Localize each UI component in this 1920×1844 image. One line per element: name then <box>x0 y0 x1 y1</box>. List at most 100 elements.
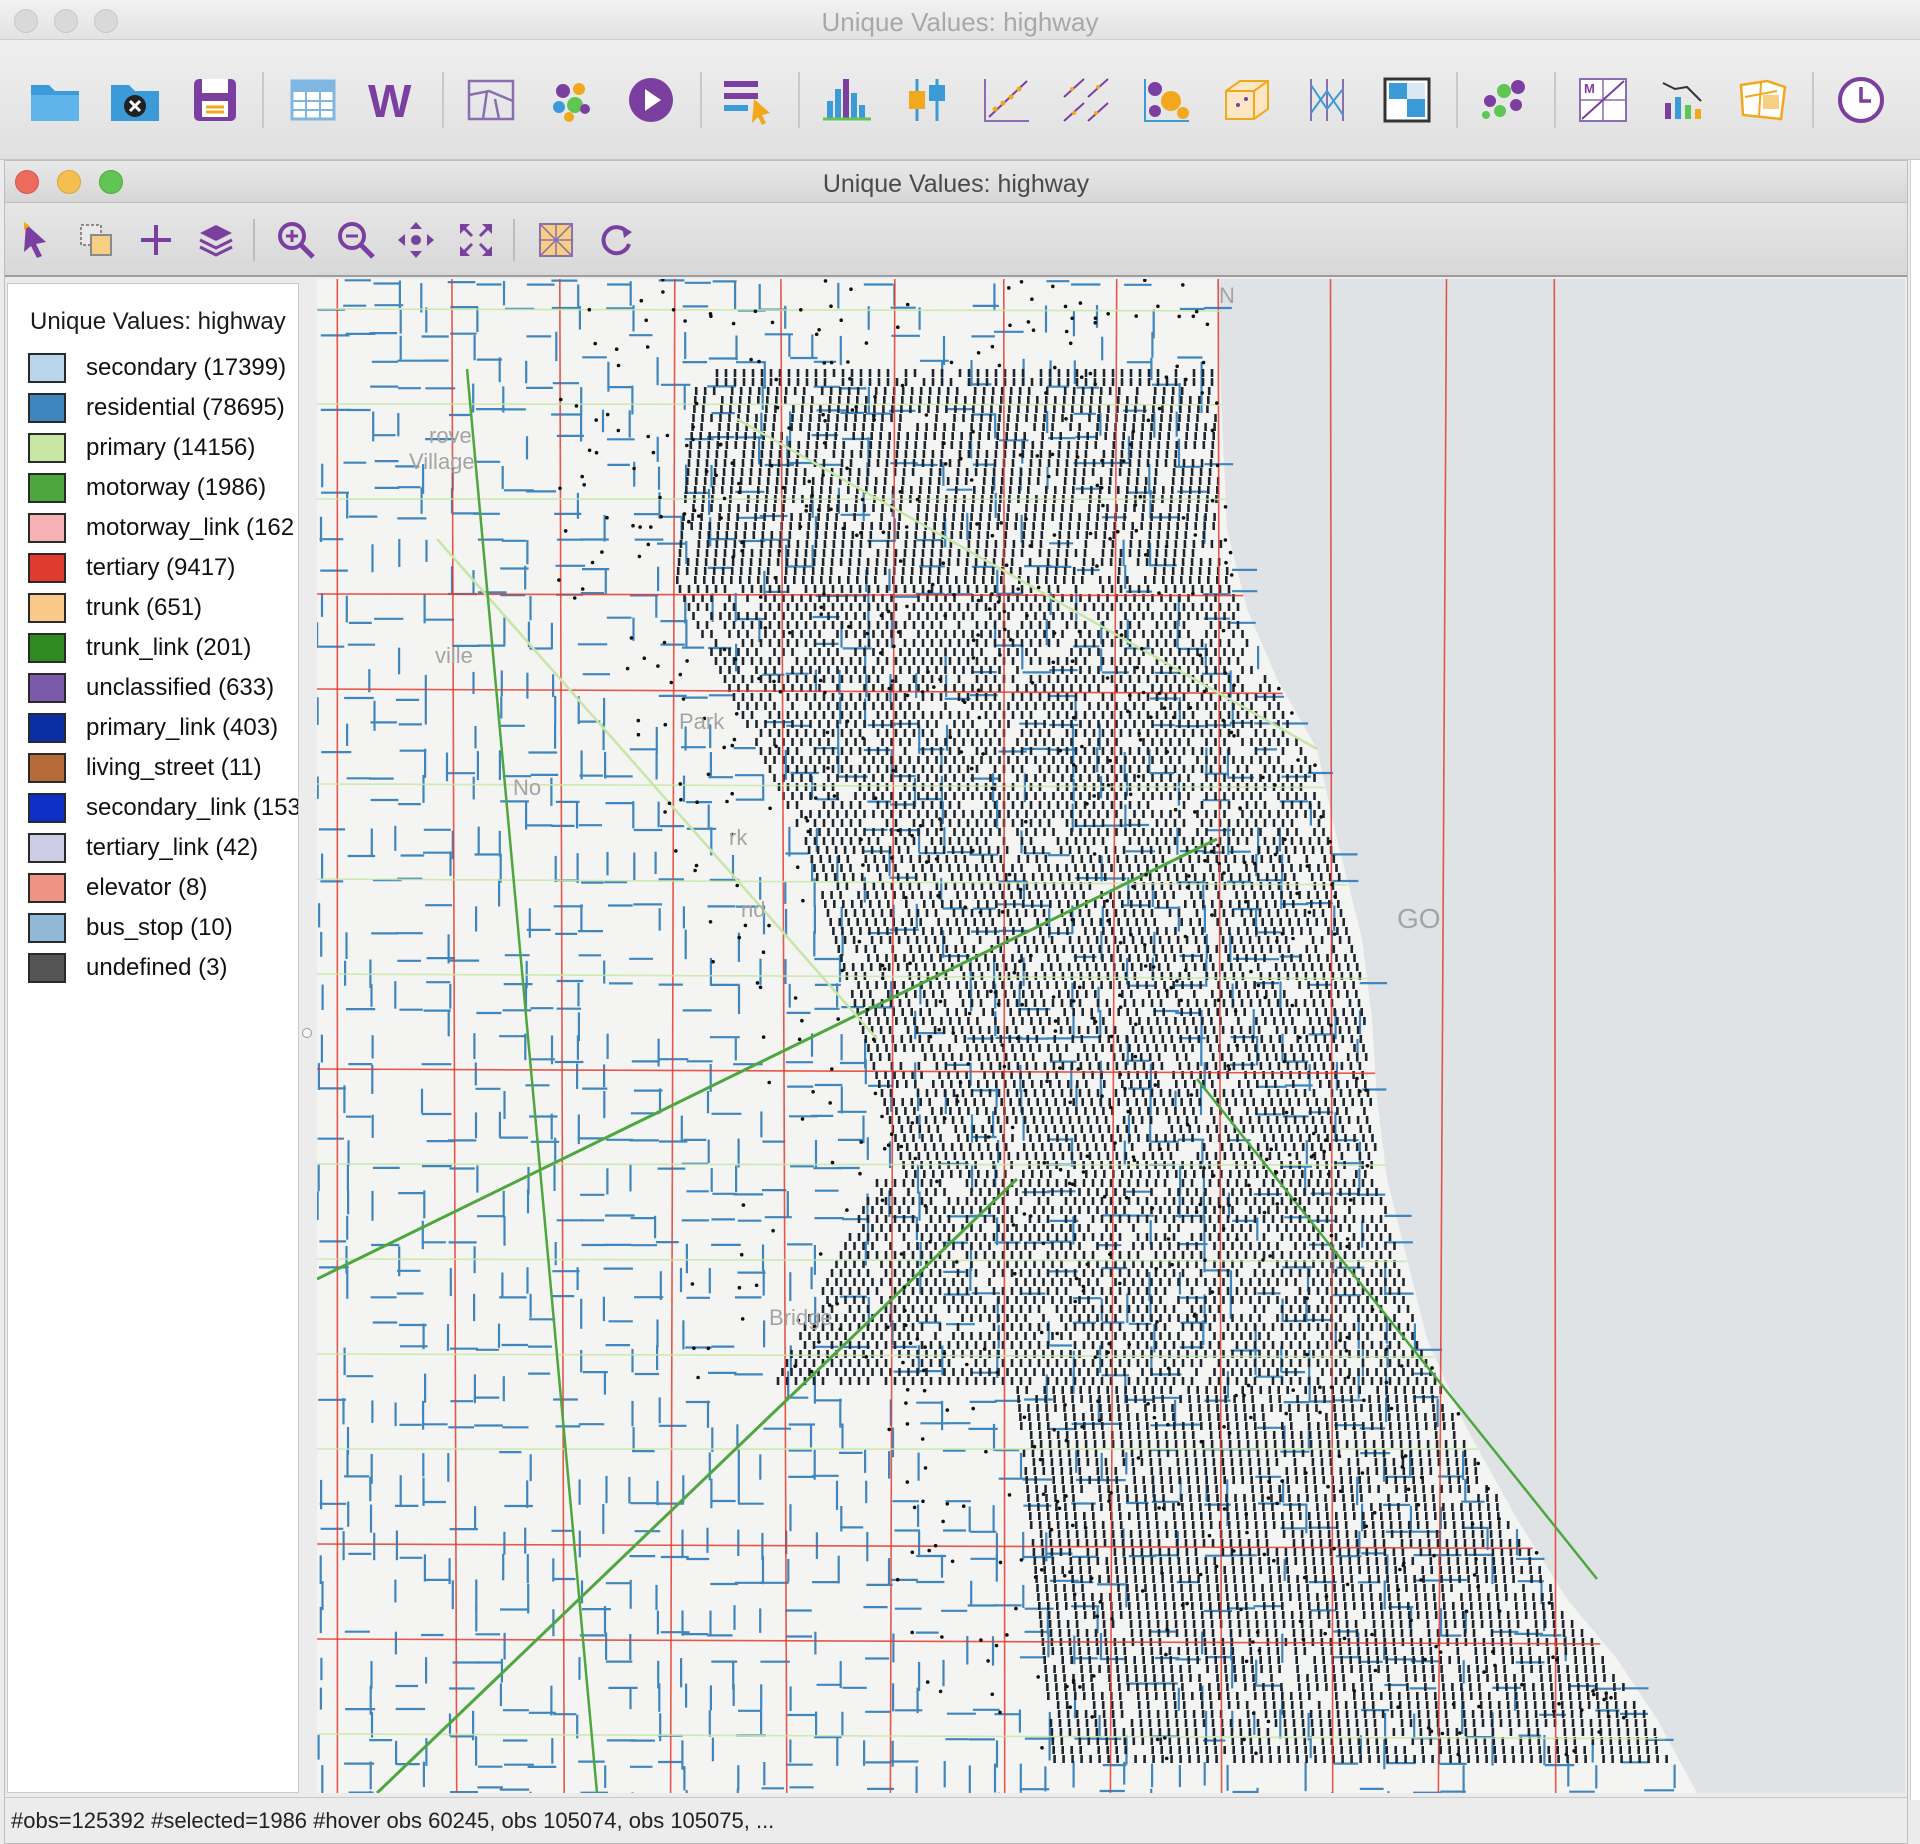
legend-swatch[interactable] <box>28 353 66 383</box>
table-icon[interactable] <box>282 70 344 130</box>
zoom-in-icon[interactable] <box>273 217 319 263</box>
conditional-plot-icon[interactable] <box>1376 70 1438 130</box>
legend-label: tertiary_link (42) <box>86 834 259 861</box>
legend-item[interactable]: secondary_link (153 <box>28 788 299 828</box>
legend-item[interactable]: trunk_link (201) <box>28 628 298 668</box>
legend-item[interactable]: tertiary (9417) <box>28 548 298 588</box>
play-icon[interactable] <box>620 70 682 130</box>
legend-label: primary_link (403) <box>86 714 279 741</box>
legend-swatch[interactable] <box>28 713 66 743</box>
legend-swatch[interactable] <box>28 473 66 503</box>
legend-swatch[interactable] <box>28 793 66 823</box>
legend-label: residential (78695) <box>86 394 285 421</box>
status-text: #obs=125392 #selected=1986 #hover obs 60… <box>11 1808 775 1833</box>
legend-swatch[interactable] <box>28 393 66 423</box>
open-folder-icon[interactable] <box>24 70 86 130</box>
place-label: Bridge <box>769 1305 833 1330</box>
legend-title: Unique Values: highway <box>30 308 286 335</box>
legend-label: trunk_link (201) <box>86 634 252 661</box>
legend-label: undefined (3) <box>86 954 228 981</box>
status-bar: #obs=125392 #selected=1986 #hover obs 60… <box>5 1797 1907 1843</box>
legend-item[interactable]: motorway (1986) <box>28 468 298 508</box>
legend-swatch[interactable] <box>28 833 66 863</box>
legend-swatch[interactable] <box>28 513 66 543</box>
save-icon[interactable] <box>184 70 246 130</box>
console-strip <box>1910 160 1920 1800</box>
map-toolbar <box>5 203 1907 277</box>
splitter-handle[interactable] <box>302 1028 312 1038</box>
map-window: Unique Values: highway Unique Values: hi… <box>4 160 1908 1844</box>
legend-label: primary (14156) <box>86 434 256 461</box>
svg-text:M: M <box>1584 81 1595 96</box>
svg-text:W: W <box>368 75 412 125</box>
place-label: Park <box>679 709 725 734</box>
zoom-out-icon[interactable] <box>333 217 379 263</box>
main-toolbar: W M <box>0 40 1920 160</box>
refresh-icon[interactable] <box>593 217 639 263</box>
legend-item[interactable]: tertiary_link (42) <box>28 828 298 868</box>
legend-item[interactable]: undefined (3) <box>28 948 298 988</box>
legend-item[interactable]: elevator (8) <box>28 868 298 908</box>
legend-item[interactable]: living_street (11) <box>28 748 298 788</box>
3d-scatter-icon[interactable] <box>1216 70 1278 130</box>
legend-item[interactable]: motorway_link (162 <box>28 508 298 548</box>
legend-item[interactable]: bus_stop (10) <box>28 908 298 948</box>
add-icon[interactable] <box>133 217 179 263</box>
place-label: nd <box>741 897 766 922</box>
place-label: rk <box>729 825 748 850</box>
legend-label: unclassified (633) <box>86 674 275 701</box>
cluster-icon[interactable] <box>1474 70 1536 130</box>
map-canvas[interactable]: rove Village ville Park No rk nd GO Brid… <box>317 279 1905 1793</box>
place-label: No <box>513 775 542 800</box>
pane-splitter[interactable] <box>299 283 313 1793</box>
select-arrow-icon[interactable] <box>13 217 59 263</box>
cartogram-icon[interactable] <box>1732 70 1794 130</box>
scatter-matrix-icon[interactable] <box>1056 70 1118 130</box>
legend-label: bus_stop (10) <box>86 914 233 941</box>
full-extent-icon[interactable] <box>453 217 499 263</box>
map-drawing[interactable] <box>317 279 1905 1793</box>
histogram-icon[interactable] <box>816 70 878 130</box>
selection-shape-icon[interactable] <box>73 217 119 263</box>
close-project-icon[interactable] <box>104 70 166 130</box>
legend-swatch[interactable] <box>28 633 66 663</box>
legend-swatch[interactable] <box>28 953 66 983</box>
parallel-coordinates-icon[interactable] <box>1296 70 1358 130</box>
legend-item[interactable]: primary_link (403) <box>28 708 298 748</box>
legend-swatch[interactable] <box>28 873 66 903</box>
layers-icon[interactable] <box>193 217 239 263</box>
legend-swatch[interactable] <box>28 753 66 783</box>
legend-item[interactable]: secondary (17399) <box>28 348 298 388</box>
weights-icon[interactable]: W <box>362 70 424 130</box>
legend-item[interactable]: trunk (651) <box>28 588 298 628</box>
pan-icon[interactable] <box>393 217 439 263</box>
legend-label: secondary_link (153 <box>86 794 299 821</box>
map-title-bar: Unique Values: highway <box>5 161 1907 203</box>
map-window-title: Unique Values: highway <box>822 170 1090 198</box>
legend-swatch[interactable] <box>28 593 66 623</box>
legend-item[interactable]: unclassified (633) <box>28 668 298 708</box>
legend-pane: Unique Values: highway secondary (17399)… <box>7 283 299 1793</box>
legend-item[interactable]: residential (78695) <box>28 388 298 428</box>
legend-label: motorway_link (162 <box>86 514 295 541</box>
averages-chart-icon[interactable] <box>1652 70 1714 130</box>
moran-scatter-icon[interactable]: M <box>1572 70 1634 130</box>
legend-swatch[interactable] <box>28 673 66 703</box>
legend-swatch[interactable] <box>28 913 66 943</box>
bubble-chart-icon[interactable] <box>1136 70 1198 130</box>
legend-item[interactable]: primary (14156) <box>28 428 298 468</box>
legend-swatch[interactable] <box>28 433 66 463</box>
scatter-plot-icon[interactable] <box>976 70 1038 130</box>
outer-window-title: Unique Values: highway <box>821 7 1099 37</box>
box-plot-icon[interactable] <box>896 70 958 130</box>
legend-swatch[interactable] <box>28 553 66 583</box>
map-icon[interactable] <box>460 70 522 130</box>
basemap-icon[interactable] <box>533 217 579 263</box>
place-label: rove <box>429 423 472 448</box>
legend-label: motorway (1986) <box>86 474 267 501</box>
outer-title-bar: Unique Values: highway <box>0 0 1920 40</box>
time-icon[interactable] <box>1830 70 1892 130</box>
cluster-map-icon[interactable] <box>540 70 602 130</box>
select-tool-icon[interactable] <box>718 70 780 130</box>
legend-list: secondary (17399) residential (78695) pr… <box>28 348 299 988</box>
